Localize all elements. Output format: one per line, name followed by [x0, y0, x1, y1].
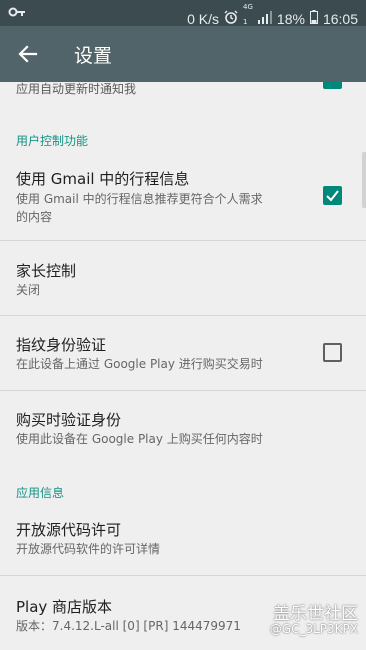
clock: 16:05	[322, 11, 358, 27]
gmail-travel-checkbox[interactable]	[323, 186, 342, 205]
gmail-travel-row[interactable]: 使用 Gmail 中的行程信息 使用 Gmail 中的行程信息推荐更符合个人需求…	[0, 160, 366, 240]
check-icon	[326, 190, 339, 202]
parental-control-row[interactable]: 家长控制 关闭	[0, 241, 366, 315]
fingerprint-auth-subtitle: 在此设备上通过 Google Play 进行购买交易时	[16, 357, 263, 371]
arrow-left-icon	[18, 45, 38, 63]
watermark-user: @GC_3LP3KPX	[269, 622, 358, 636]
status-bar: 0 K/s 4G 1 18% 16:05	[0, 0, 366, 28]
network-speed: 0 K/s	[187, 11, 220, 27]
back-button[interactable]	[14, 40, 42, 68]
open-source-licenses-row[interactable]: 开放源代码许可 开放源代码软件的许可详情	[0, 502, 366, 575]
play-store-version-title: Play 商店版本	[16, 598, 113, 616]
key-icon	[8, 5, 26, 23]
auto-update-notify-subtitle: 应用自动更新时通知我	[16, 82, 137, 96]
open-source-licenses-subtitle: 开放源代码软件的许可详情	[16, 542, 161, 556]
battery-percent: 18%	[276, 11, 305, 27]
play-store-version-subtitle: 版本：7.4.12.L-all [0] [PR] 144479971	[16, 619, 241, 633]
page-title: 设置	[74, 45, 113, 67]
settings-list[interactable]: 应用自动更新时通知我 用户控制功能 使用 Gmail 中的行程信息 使用 Gma…	[0, 82, 366, 650]
fingerprint-auth-title: 指纹身份验证	[16, 336, 107, 354]
gmail-travel-subtitle-line2: 的内容	[16, 210, 53, 224]
auto-update-notify-checkbox[interactable]	[323, 82, 342, 89]
parental-control-subtitle: 关闭	[16, 283, 41, 297]
fingerprint-auth-row[interactable]: 指纹身份验证 在此设备上通过 Google Play 进行购买交易时	[0, 316, 366, 390]
purchase-auth-subtitle: 使用此设备在 Google Play 上购买任何内容时	[16, 432, 263, 446]
watermark-brand: 盖乐世社区	[273, 604, 358, 624]
open-source-licenses-title: 开放源代码许可	[16, 521, 122, 539]
section-header-app-info: 应用信息	[16, 486, 65, 500]
fingerprint-auth-checkbox[interactable]	[323, 343, 342, 362]
section-header-user-controls: 用户控制功能	[16, 134, 89, 148]
purchase-auth-row[interactable]: 购买时验证身份 使用此设备在 Google Play 上购买任何内容时	[0, 391, 366, 465]
purchase-auth-title: 购买时验证身份	[16, 411, 122, 429]
parental-control-title: 家长控制	[16, 262, 77, 280]
app-bar: 设置	[0, 26, 366, 82]
signal-icon	[257, 10, 272, 28]
gmail-travel-title: 使用 Gmail 中的行程信息	[16, 170, 190, 188]
gmail-travel-subtitle-line1: 使用 Gmail 中的行程信息推荐更符合个人需求	[16, 192, 263, 206]
